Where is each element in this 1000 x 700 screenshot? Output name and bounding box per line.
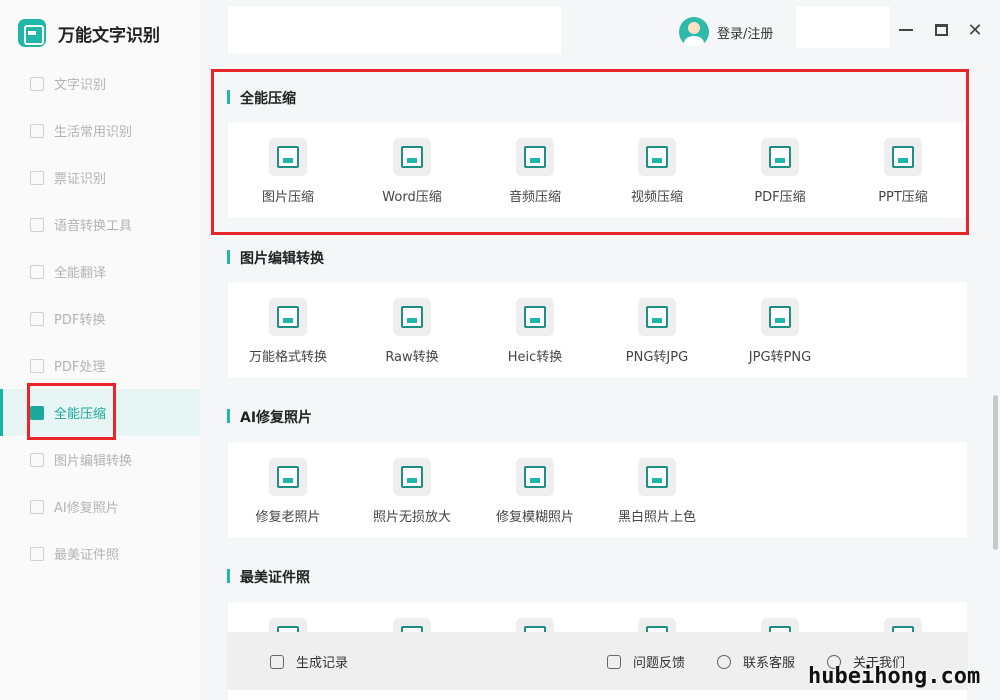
history-label: 生成记录: [296, 656, 349, 671]
sidebar-item-pdf-process[interactable]: PDF处理: [0, 342, 200, 389]
feedback-button[interactable]: 问题反馈: [607, 652, 685, 671]
upscale-icon: [393, 458, 431, 496]
sidebar-item-label: 票证识别: [54, 172, 107, 187]
maximize-icon: [934, 24, 948, 36]
image-convert-icon: [269, 298, 307, 336]
scrollbar[interactable]: [993, 395, 998, 550]
tile-repair-old-photo[interactable]: 修复老照片: [228, 458, 348, 525]
minimize-button[interactable]: [896, 20, 916, 40]
tile-label: PNG转JPG: [625, 350, 689, 365]
app-title: 万能文字识别: [58, 25, 160, 46]
png-jpg-icon: [638, 298, 676, 336]
sidebar-item-text-ocr[interactable]: 文字识别: [0, 60, 200, 107]
image-icon: [30, 452, 44, 467]
audio-icon: [30, 217, 44, 232]
portrait-icon: [30, 546, 44, 561]
top-blank-panel: [228, 6, 561, 54]
tile-lossless-upscale[interactable]: 照片无损放大: [352, 458, 472, 525]
chat-icon: [717, 654, 731, 669]
avatar: [679, 17, 709, 47]
pdf-icon: [30, 311, 44, 326]
sidebar-item-translate[interactable]: 全能翻译: [0, 248, 200, 295]
tile-label: 照片无损放大: [372, 510, 451, 525]
sidebar-item-label: PDF转换: [54, 313, 106, 328]
deblur-icon: [516, 458, 554, 496]
colorize-icon: [638, 458, 676, 496]
sidebar-item-label: 图片编辑转换: [54, 454, 133, 469]
tile-label: Raw转换: [385, 350, 439, 365]
tile-repair-blur[interactable]: 修复模糊照片: [475, 458, 595, 525]
sidebar-nav: 文字识别 生活常用识别 票证识别 语音转换工具 全能翻译 PDF转换 PDF处理…: [0, 60, 200, 577]
history-icon: [270, 654, 284, 669]
tile-label: 修复模糊照片: [495, 510, 574, 525]
tile-colorize[interactable]: 黑白照片上色: [597, 458, 717, 525]
photo-repair-icon: [269, 458, 307, 496]
translate-icon: [30, 264, 44, 279]
pdf-icon: [30, 358, 44, 373]
tile-format-convert[interactable]: 万能格式转换: [228, 298, 348, 365]
sidebar-item-label: PDF处理: [54, 360, 106, 375]
sidebar-item-image-edit[interactable]: 图片编辑转换: [0, 436, 200, 483]
minimize-icon: [899, 29, 913, 31]
tile-label: Heic转换: [507, 350, 563, 365]
maximize-button[interactable]: [931, 20, 951, 40]
support-button[interactable]: 联系客服: [717, 652, 795, 671]
sidebar-item-label: 语音转换工具: [54, 219, 133, 234]
tile-label: 万能格式转换: [248, 350, 327, 365]
feedback-icon: [607, 654, 621, 669]
highlight-box-sidebar: [27, 383, 116, 440]
ai-repair-panel: 修复老照片 照片无损放大 修复模糊照片 黑白照片上色: [228, 442, 967, 538]
jpg-png-icon: [761, 298, 799, 336]
sidebar-item-ticket-ocr[interactable]: 票证识别: [0, 154, 200, 201]
highlight-box-compress: [211, 69, 969, 235]
sidebar-item-id-photo[interactable]: 最美证件照: [0, 530, 200, 577]
support-label: 联系客服: [743, 656, 796, 671]
feedback-label: 问题反馈: [633, 656, 686, 671]
scan-icon: [30, 76, 44, 91]
sidebar-item-ai-repair[interactable]: AI修复照片: [0, 483, 200, 530]
heic-icon: [516, 298, 554, 336]
image-icon: [30, 499, 44, 514]
login-button[interactable]: 登录/注册: [679, 17, 773, 47]
sidebar-item-label: 生活常用识别: [54, 125, 133, 140]
scan-icon: [30, 123, 44, 138]
sidebar-item-life-ocr[interactable]: 生活常用识别: [0, 107, 200, 154]
section-title-id-photo: 最美证件照: [227, 567, 310, 587]
sidebar-item-label: 文字识别: [54, 78, 107, 93]
sidebar-item-speech-tools[interactable]: 语音转换工具: [0, 201, 200, 248]
sidebar: 万能文字识别 文字识别 生活常用识别 票证识别 语音转换工具 全能翻译 PDF转…: [0, 0, 200, 700]
history-button[interactable]: 生成记录: [270, 652, 348, 671]
sidebar-item-label: 全能翻译: [54, 266, 107, 281]
app-brand: 万能文字识别: [18, 18, 160, 48]
sidebar-item-label: 最美证件照: [54, 548, 120, 563]
login-label: 登录/注册: [717, 26, 774, 42]
sidebar-item-pdf-convert[interactable]: PDF转换: [0, 295, 200, 342]
tile-png-to-jpg[interactable]: PNG转JPG: [597, 298, 717, 365]
scan-icon: [30, 170, 44, 185]
watermark: hubeihong.com: [808, 664, 981, 689]
close-icon: ✕: [967, 19, 983, 41]
section-title-image-edit: 图片编辑转换: [227, 248, 324, 268]
tile-jpg-to-png[interactable]: JPG转PNG: [720, 298, 840, 365]
app-logo-icon: [18, 19, 46, 47]
tile-label: JPG转PNG: [748, 350, 812, 365]
tile-heic-convert[interactable]: Heic转换: [475, 298, 595, 365]
close-button[interactable]: ✕: [965, 19, 985, 41]
image-edit-panel: 万能格式转换 Raw转换 Heic转换 PNG转JPG JPG转PNG: [228, 282, 967, 378]
top-blank-area: [796, 6, 890, 48]
tile-label: 黑白照片上色: [617, 510, 696, 525]
sidebar-item-label: AI修复照片: [54, 501, 119, 516]
section-title-ai-repair: AI修复照片: [227, 407, 312, 427]
raw-icon: [393, 298, 431, 336]
tile-raw-convert[interactable]: Raw转换: [352, 298, 472, 365]
tile-label: 修复老照片: [255, 510, 321, 525]
